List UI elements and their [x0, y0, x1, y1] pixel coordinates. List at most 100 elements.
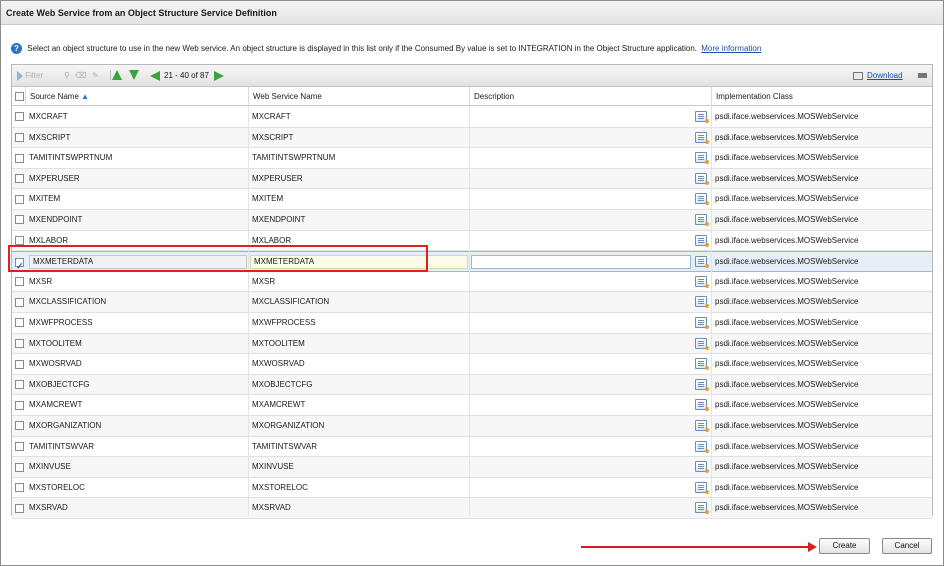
row-checkbox[interactable] — [15, 128, 29, 148]
source-name-cell: MXLABOR — [29, 235, 69, 245]
source-name-cell: MXSCRIPT — [29, 132, 71, 142]
row-checkbox[interactable] — [15, 478, 29, 498]
find-icon[interactable]: ⚲ — [64, 70, 70, 82]
row-checkbox[interactable] — [15, 148, 29, 168]
table-row[interactable]: MXCLASSIFICATION MXCLASSIFICATION psdi.ifa… — [12, 292, 932, 313]
long-description-icon[interactable] — [695, 498, 711, 518]
long-description-icon[interactable] — [695, 148, 711, 168]
web-service-name-cell: MXOBJECTCFG — [252, 379, 313, 389]
table-row[interactable]: TAMITINTSWPRTNUM TAMITINTSWPRTNUM psdi.ifa… — [12, 148, 932, 169]
table-row[interactable]: MXLABOR MXLABOR psdi.iface.webservices.MOS… — [12, 231, 932, 252]
table-row[interactable]: MXOBJECTCFG MXOBJECTCFG psdi.iface.webserv… — [12, 374, 932, 396]
long-description-icon[interactable] — [695, 416, 711, 436]
description-field[interactable] — [471, 255, 691, 270]
table-row[interactable]: MXCRAFT MXCRAFT psdi.iface.webservices.MOS… — [12, 107, 932, 128]
row-checkbox[interactable] — [15, 252, 29, 272]
create-button[interactable]: Create — [819, 538, 870, 554]
row-checkbox[interactable] — [15, 334, 29, 354]
row-checkbox[interactable] — [15, 498, 29, 518]
long-description-icon[interactable] — [695, 292, 711, 312]
row-checkbox[interactable] — [15, 375, 29, 395]
row-checkbox[interactable] — [15, 457, 29, 477]
col-description[interactable]: Description — [470, 87, 712, 106]
long-description-icon[interactable] — [695, 313, 711, 333]
column-divider — [469, 106, 470, 516]
row-checkbox[interactable] — [15, 210, 29, 230]
row-checkbox[interactable] — [15, 354, 29, 374]
row-checkbox[interactable] — [15, 169, 29, 189]
next-page-icon[interactable] — [214, 70, 224, 82]
table-row[interactable]: MXSR MXSR psdi.iface.webservices.MOSWebSer… — [12, 272, 932, 293]
row-checkbox[interactable] — [15, 416, 29, 436]
edit-icon[interactable]: ✎ — [92, 70, 99, 82]
table-row[interactable]: TAMITINTSWVAR TAMITINTSWVAR psdi.iface.web… — [12, 437, 932, 458]
clear-filter-icon[interactable]: ⌫ — [75, 70, 86, 82]
table-row[interactable]: MXTOOLITEM MXTOOLITEM psdi.iface.webservic… — [12, 333, 932, 355]
table-row[interactable]: MXAMCREWT MXAMCREWT psdi.iface.webservices… — [12, 395, 932, 416]
long-description-icon[interactable] — [695, 375, 711, 395]
long-description-icon[interactable] — [695, 272, 711, 292]
filter-button[interactable]: Filter — [17, 70, 43, 82]
table-row[interactable]: MXMETERDATAMXMETERDATA psdi.iface.webserv… — [12, 251, 932, 272]
long-description-icon[interactable] — [695, 128, 711, 148]
long-description-icon[interactable] — [695, 252, 711, 272]
long-description-icon[interactable] — [695, 437, 711, 457]
web-service-name-cell: MXENDPOINT — [252, 215, 306, 224]
row-checkbox[interactable] — [15, 313, 29, 333]
select-all-checkbox[interactable] — [12, 87, 26, 106]
row-checkbox[interactable] — [15, 437, 29, 457]
row-checkbox[interactable] — [15, 189, 29, 209]
source-name-cell: MXINVUSE — [29, 462, 71, 472]
row-checkbox[interactable] — [15, 231, 29, 251]
description-cell — [470, 128, 688, 148]
table-row[interactable]: MXWOSRVAD MXWOSRVAD psdi.iface.webservices… — [12, 354, 932, 375]
source-name-field[interactable]: MXMETERDATA — [29, 255, 247, 270]
more-information-link[interactable]: More information — [701, 44, 761, 53]
table-row[interactable]: MXORGANIZATION MXORGANIZATION psdi.iface.w… — [12, 416, 932, 437]
web-service-name-cell: MXSRVAD — [252, 503, 291, 513]
long-description-icon[interactable] — [695, 457, 711, 477]
long-description-icon[interactable] — [695, 231, 711, 251]
long-description-icon[interactable] — [695, 354, 711, 374]
long-description-icon[interactable] — [695, 210, 711, 230]
move-down-icon[interactable] — [129, 70, 139, 82]
table-row[interactable]: MXENDPOINT MXENDPOINT psdi.iface.webservic… — [12, 210, 932, 231]
filter-arrow-icon — [17, 70, 23, 81]
web-service-name-field[interactable]: MXMETERDATA — [250, 255, 468, 270]
implementation-class-cell: psdi.iface.webservices.MOSWebService — [715, 132, 859, 142]
col-web-service-name[interactable]: Web Service Name — [249, 87, 470, 106]
table-row[interactable]: MXWFPROCESS MXWFPROCESS psdi.iface.webserv… — [12, 313, 932, 334]
table-row[interactable]: MXINVUSE MXINVUSE psdi.iface.webservices.M… — [12, 457, 932, 478]
dialog: Create Web Service from an Object Struct… — [0, 0, 944, 566]
table-row[interactable]: MXITEM MXITEM psdi.iface.webservices.MOSWe… — [12, 189, 932, 210]
collapse-table-icon[interactable] — [918, 70, 927, 82]
web-service-name-cell: TAMITINTSWPRTNUM — [252, 153, 336, 163]
source-name-cell: MXOBJECTCFG — [29, 379, 90, 389]
long-description-icon[interactable] — [695, 478, 711, 498]
long-description-icon[interactable] — [695, 189, 711, 209]
long-description-icon[interactable] — [695, 395, 711, 415]
table-row[interactable]: MXSTORELOC MXSTORELOC psdi.iface.webservic… — [12, 478, 932, 499]
cancel-button[interactable]: Cancel — [882, 538, 932, 554]
col-implementation-class[interactable]: Implementation Class — [712, 87, 932, 106]
table-row[interactable]: MXPERUSER MXPERUSER psdi.iface.webservices… — [12, 168, 932, 190]
row-checkbox[interactable] — [15, 292, 29, 312]
download-icon[interactable] — [853, 70, 863, 82]
move-up-icon[interactable] — [112, 70, 122, 82]
row-checkbox[interactable] — [15, 272, 29, 292]
col-source-name[interactable]: Source Name ▲ — [26, 87, 249, 106]
row-checkbox[interactable] — [15, 107, 29, 127]
implementation-class-cell: psdi.iface.webservices.MOSWebService — [715, 503, 859, 513]
web-service-name-cell: MXCRAFT — [252, 112, 291, 121]
long-description-icon[interactable] — [695, 334, 711, 354]
long-description-icon[interactable] — [695, 169, 711, 189]
previous-page-icon[interactable] — [150, 70, 160, 82]
implementation-class-cell: psdi.iface.webservices.MOSWebService — [715, 235, 859, 245]
description-cell — [470, 231, 688, 251]
row-checkbox[interactable] — [15, 395, 29, 415]
table-row[interactable]: MXSCRIPT MXSCRIPT psdi.iface.webservices.M… — [12, 127, 932, 149]
download-link[interactable]: Download — [867, 70, 903, 82]
table-row[interactable]: MXSRVAD MXSRVAD psdi.iface.webservices.MOS… — [12, 498, 932, 519]
long-description-icon[interactable] — [695, 107, 711, 127]
source-name-cell: MXWOSRVAD — [29, 359, 82, 369]
